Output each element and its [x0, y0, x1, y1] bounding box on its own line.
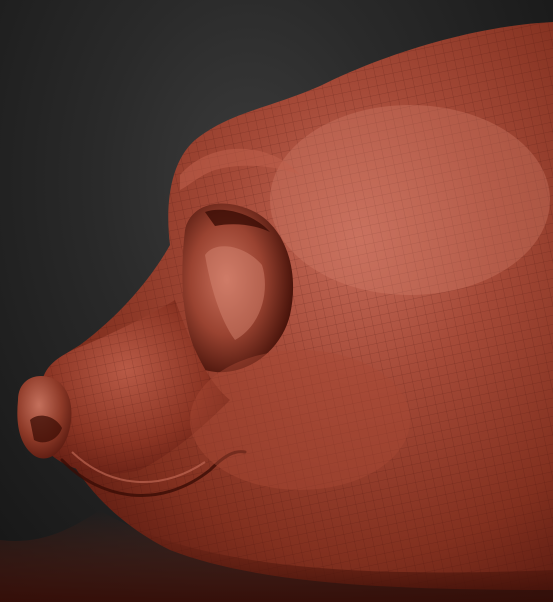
mesh-wireframe: [41, 22, 553, 590]
clay-head-render: [0, 22, 553, 602]
cheek: [190, 350, 410, 490]
forehead-highlight: [270, 105, 550, 295]
sculpt-viewport[interactable]: [0, 0, 553, 602]
